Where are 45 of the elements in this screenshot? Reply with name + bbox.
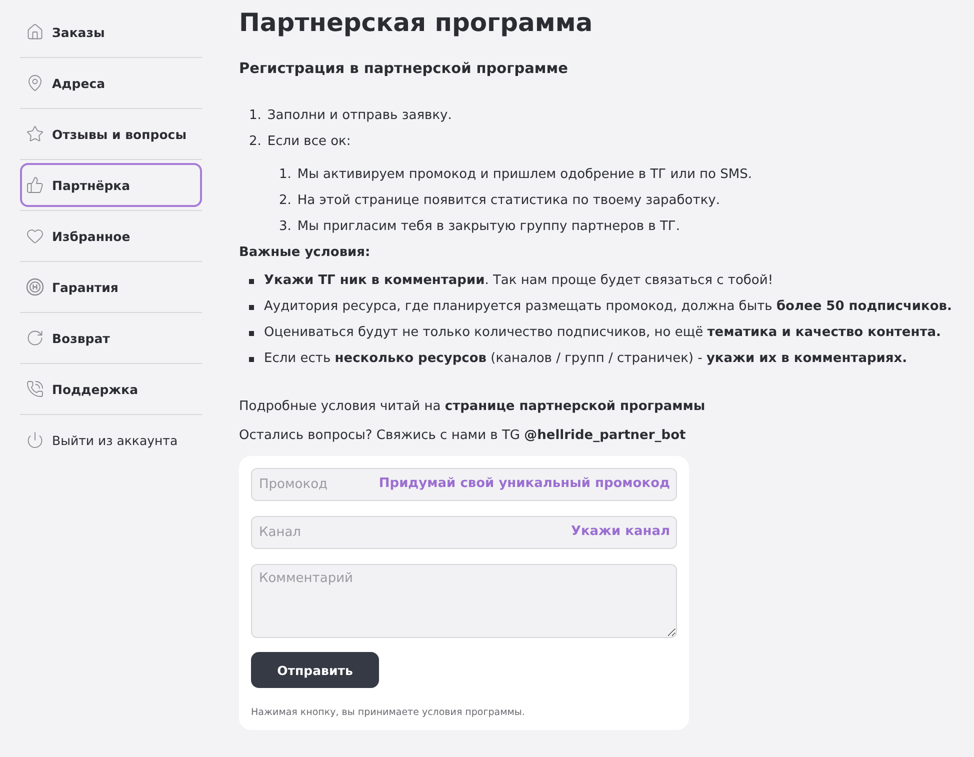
list-number: 2. <box>249 133 262 151</box>
bullet-icon <box>249 278 254 284</box>
sidebar-item[interactable]: Заказы <box>20 10 202 54</box>
map-pin-icon <box>26 74 44 92</box>
condition-text: Если есть несколько ресурсов (каналов / групп / страничек) - укажи их в комментариях. <box>264 350 908 368</box>
conditions-title: Важные условия: <box>239 245 372 260</box>
sidebar-item[interactable]: Возврат <box>20 316 202 360</box>
power-icon <box>26 431 44 449</box>
list-item-text: На этой странице появится статистика по твоему заработку. <box>297 192 720 210</box>
info-text: Остались вопросы? Свяжись с нами в TG @hellride_partner_bot <box>239 427 687 445</box>
thumbs-up-icon <box>26 176 44 194</box>
sidebar-item[interactable]: Отзывы и вопросы <box>20 112 202 156</box>
list-number: 3. <box>279 218 292 236</box>
field-hint: Укажи канал <box>570 524 670 539</box>
condition-text: Укажи ТГ ник в комментарии. Так нам проще будет связаться с тобой! <box>264 272 774 290</box>
comment-field[interactable]: Комментарий <box>251 564 677 638</box>
sidebar-item[interactable]: Адреса <box>20 61 202 105</box>
sidebar-item[interactable]: Поддержка <box>20 367 202 411</box>
refresh-icon <box>26 329 44 347</box>
bullet-icon <box>249 330 254 336</box>
field-hint: Придумай свой уникальный промокод <box>378 476 670 491</box>
logout-link[interactable]: Выйти из аккаунта <box>20 418 202 462</box>
list-item-text: Мы пригласим тебя в закрытую группу партнеров в ТГ. <box>297 218 680 236</box>
section-title: Регистрация в партнерской программе <box>239 61 569 77</box>
sidebar-item[interactable]: Избранное <box>20 214 202 258</box>
list-number: 2. <box>279 192 292 210</box>
bullet-icon <box>249 304 254 310</box>
disclaimer-text: Нажимая кнопку, вы принимаете условия программы. <box>251 707 526 718</box>
list-number: 1. <box>249 107 262 125</box>
page-title: Партнерская программа <box>239 8 594 37</box>
h-badge-icon <box>26 278 44 296</box>
info-text: Подробные условия читай на странице партнерской программы <box>239 398 706 416</box>
sidebar-item[interactable]: Гарантия <box>20 265 202 309</box>
submit-button[interactable]: Отправить <box>251 652 379 688</box>
heart-icon <box>26 227 44 245</box>
star-icon <box>26 125 44 143</box>
home-icon <box>26 23 44 41</box>
list-number: 1. <box>279 166 292 184</box>
condition-text: Оцениваться будут не только количество подписчиков, но ещё тематика и качество контента. <box>264 324 941 342</box>
list-item-text: Если все ок: <box>267 133 351 151</box>
list-item-text: Мы активируем промокод и пришлем одобрение в ТГ или по SMS. <box>297 166 752 184</box>
list-item-text: Заполни и отправь заявку. <box>267 107 452 125</box>
phone-icon <box>26 380 44 398</box>
bullet-icon <box>249 356 254 362</box>
condition-text: Аудитория ресурса, где планируется размещать промокод, должна быть более 50 подписчиков. <box>264 298 952 316</box>
